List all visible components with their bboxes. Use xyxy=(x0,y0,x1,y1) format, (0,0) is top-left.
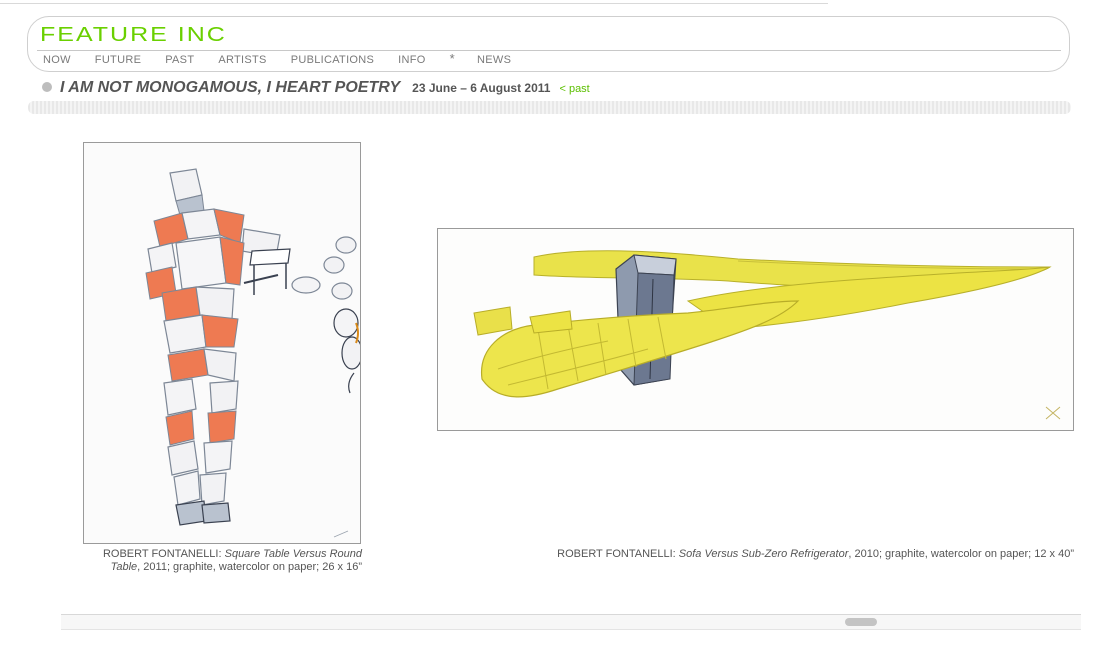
caption-title: Sofa Versus Sub-Zero Refrigerator xyxy=(678,548,849,560)
nav-item-future[interactable]: FUTURE xyxy=(95,54,141,66)
header-divider xyxy=(37,50,1061,51)
main-nav: NOW FUTURE PAST ARTISTS PUBLICATIONS INF… xyxy=(43,51,535,66)
caption-artist: ROBERT FONTANELLI: xyxy=(102,548,222,560)
nav-item-star[interactable]: * xyxy=(450,51,455,66)
show-dates: 23 June – 6 August 2011 xyxy=(412,81,551,95)
abstract-figure-artwork-icon xyxy=(84,143,360,543)
artwork-image-2[interactable] xyxy=(437,228,1074,431)
nav-item-artists[interactable]: ARTISTS xyxy=(218,54,266,66)
bullet-icon xyxy=(42,82,52,92)
past-link[interactable]: < past xyxy=(559,83,589,95)
artwork-caption-2: ROBERT FONTANELLI: Sofa Versus Sub-Zero … xyxy=(440,548,1074,561)
nav-item-past[interactable]: PAST xyxy=(165,54,194,66)
horizontal-scrollbar[interactable] xyxy=(61,614,1081,630)
yellow-sofa-artwork-icon xyxy=(438,229,1073,430)
caption-details: , 2011; graphite, watercolor on paper; 2… xyxy=(137,561,362,573)
top-rule xyxy=(0,3,828,4)
header-shadow-bar xyxy=(28,101,1071,114)
artwork-caption-1: ROBERT FONTANELLI: Square Table Versus R… xyxy=(90,548,362,574)
artwork-image-1[interactable] xyxy=(83,142,361,544)
nav-item-info[interactable]: INFO xyxy=(398,54,425,66)
caption-details: , 2010; graphite, watercolor on paper; 1… xyxy=(848,548,1074,560)
scrollbar-thumb[interactable] xyxy=(845,618,877,626)
show-title: I AM NOT MONOGAMOUS, I HEART POETRY xyxy=(60,79,401,96)
nav-item-now[interactable]: NOW xyxy=(43,54,71,66)
caption-artist: ROBERT FONTANELLI: xyxy=(557,548,676,560)
show-header: I AM NOT MONOGAMOUS, I HEART POETRY 23 J… xyxy=(42,79,590,97)
nav-item-news[interactable]: NEWS xyxy=(477,54,511,66)
nav-item-publications[interactable]: PUBLICATIONS xyxy=(291,54,374,66)
site-logo[interactable]: FEATURE INC xyxy=(40,24,227,45)
